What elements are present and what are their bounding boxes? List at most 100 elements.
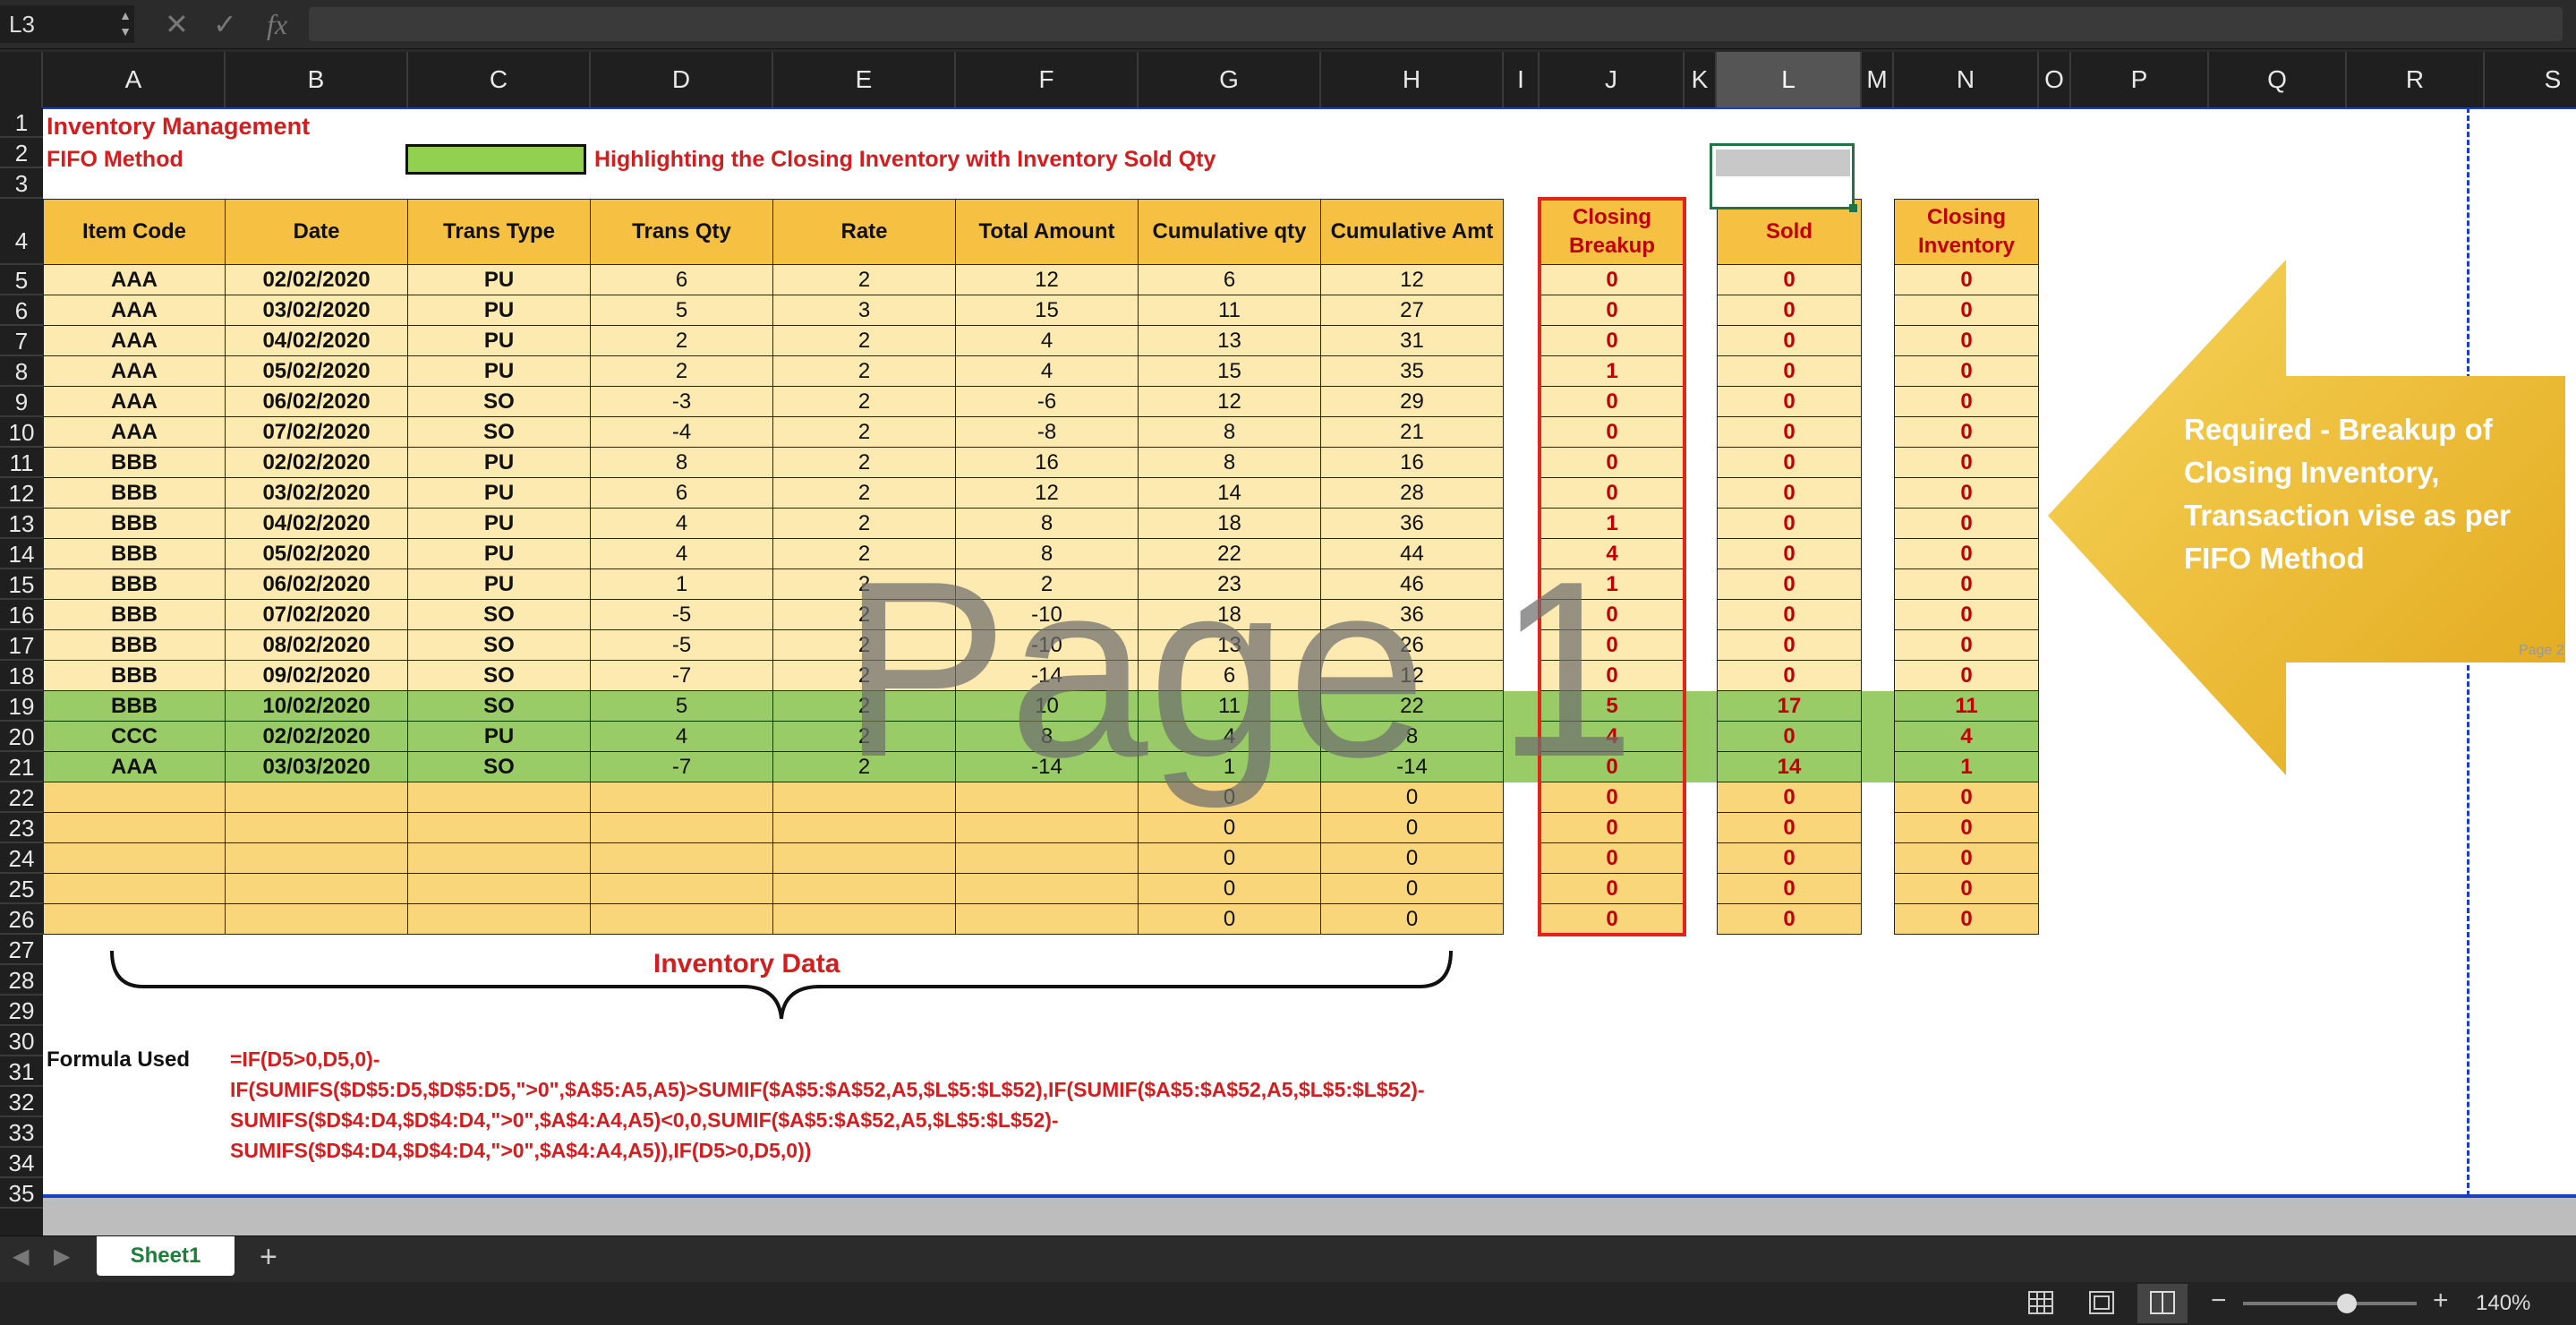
table-cell[interactable]: PU (408, 448, 591, 478)
column-header[interactable]: P (2071, 52, 2209, 107)
table-cell[interactable]: BBB (43, 478, 226, 509)
column-header[interactable]: C (408, 52, 591, 107)
table-cell[interactable]: -14 (956, 752, 1139, 782)
table-cell[interactable]: 0 (1717, 326, 1862, 356)
table-cell[interactable]: 18 (1139, 509, 1321, 539)
table-cell[interactable]: 03/03/2020 (226, 752, 408, 782)
table-cell[interactable]: 18 (1139, 600, 1321, 630)
table-cell[interactable]: PU (408, 295, 591, 326)
column-header[interactable]: N (1894, 52, 2039, 107)
table-cell[interactable]: SO (408, 387, 591, 417)
table-cell[interactable]: 14 (1717, 752, 1862, 782)
table-cell[interactable]: SO (408, 600, 591, 630)
table-cell[interactable]: 0 (1894, 569, 2039, 600)
table-cell[interactable] (591, 904, 773, 935)
row-header[interactable]: 26 (0, 904, 43, 935)
column-heading[interactable]: Cumulative qty (1139, 199, 1321, 265)
table-cell[interactable]: 0 (1717, 874, 1862, 904)
table-cell[interactable]: 8 (1321, 722, 1504, 752)
table-cell[interactable]: 0 (1717, 843, 1862, 874)
table-cell[interactable]: -10 (956, 600, 1139, 630)
table-cell[interactable]: 12 (1321, 265, 1504, 295)
table-cell[interactable]: 0 (1717, 387, 1862, 417)
table-cell[interactable]: 0 (1139, 813, 1321, 843)
table-cell[interactable]: 2 (773, 326, 956, 356)
table-cell[interactable]: 05/02/2020 (226, 539, 408, 569)
table-cell[interactable]: 0 (1894, 326, 2039, 356)
table-cell[interactable]: PU (408, 478, 591, 509)
table-cell[interactable]: 21 (1321, 417, 1504, 448)
table-cell[interactable]: 0 (1717, 813, 1862, 843)
highlight-cell[interactable] (1685, 722, 1717, 752)
table-cell[interactable]: AAA (43, 356, 226, 387)
row-header[interactable]: 2 (0, 138, 43, 168)
table-cell[interactable]: 15 (956, 295, 1139, 326)
table-cell[interactable] (956, 874, 1139, 904)
table-cell[interactable]: AAA (43, 387, 226, 417)
table-cell[interactable]: 5 (591, 295, 773, 326)
table-cell[interactable]: 1 (591, 569, 773, 600)
table-cell[interactable]: BBB (43, 569, 226, 600)
table-cell[interactable]: BBB (43, 691, 226, 722)
table-cell[interactable]: 0 (1894, 509, 2039, 539)
row-header[interactable]: 24 (0, 843, 43, 874)
table-cell[interactable] (43, 813, 226, 843)
table-cell[interactable]: PU (408, 569, 591, 600)
table-cell[interactable]: 4 (1139, 722, 1321, 752)
row-header[interactable]: 27 (0, 935, 43, 965)
table-cell[interactable]: CCC (43, 722, 226, 752)
table-cell[interactable]: SO (408, 661, 591, 691)
table-cell[interactable] (591, 813, 773, 843)
table-cell[interactable]: BBB (43, 661, 226, 691)
column-header[interactable]: M (1862, 52, 1894, 107)
table-cell[interactable] (408, 813, 591, 843)
table-cell[interactable]: 15 (1139, 356, 1321, 387)
table-cell[interactable]: 2 (773, 356, 956, 387)
table-cell[interactable]: 03/02/2020 (226, 295, 408, 326)
table-cell[interactable]: 36 (1321, 509, 1504, 539)
page-break-view-button[interactable] (2137, 1284, 2188, 1323)
table-cell[interactable]: PU (408, 509, 591, 539)
table-cell[interactable]: 0 (1894, 782, 2039, 813)
table-cell[interactable]: 09/02/2020 (226, 661, 408, 691)
table-cell[interactable]: 2 (591, 326, 773, 356)
table-cell[interactable]: 07/02/2020 (226, 600, 408, 630)
table-cell[interactable]: 0 (1139, 782, 1321, 813)
table-cell[interactable]: 26 (1321, 630, 1504, 661)
table-cell[interactable] (591, 843, 773, 874)
table-cell[interactable]: 0 (1717, 569, 1862, 600)
table-cell[interactable]: 0 (1894, 387, 2039, 417)
table-cell[interactable]: 2 (773, 417, 956, 448)
table-cell[interactable]: 0 (1717, 265, 1862, 295)
highlight-cell[interactable] (1504, 722, 1540, 752)
column-header[interactable]: E (773, 52, 956, 107)
table-cell[interactable]: 11 (1139, 295, 1321, 326)
row-header[interactable]: 9 (0, 387, 43, 417)
table-cell[interactable]: -5 (591, 600, 773, 630)
table-cell[interactable]: 0 (1717, 722, 1862, 752)
column-heading[interactable]: Trans Type (408, 199, 591, 265)
table-cell[interactable]: 02/02/2020 (226, 265, 408, 295)
table-cell[interactable]: 22 (1321, 691, 1504, 722)
select-all-corner[interactable] (0, 52, 43, 107)
column-header[interactable]: L (1717, 52, 1862, 107)
row-header[interactable]: 31 (0, 1056, 43, 1087)
row-header[interactable]: 20 (0, 722, 43, 752)
table-cell[interactable]: 8 (956, 539, 1139, 569)
table-cell[interactable]: 0 (1894, 904, 2039, 935)
table-cell[interactable]: AAA (43, 752, 226, 782)
column-header[interactable]: I (1504, 52, 1540, 107)
table-cell[interactable]: 05/02/2020 (226, 356, 408, 387)
page-layout-icon[interactable] (2089, 1291, 2114, 1314)
column-header[interactable]: H (1321, 52, 1504, 107)
table-cell[interactable]: 0 (1894, 600, 2039, 630)
table-cell[interactable]: 07/02/2020 (226, 417, 408, 448)
row-header[interactable]: 14 (0, 539, 43, 569)
table-cell[interactable] (956, 843, 1139, 874)
highlight-cell[interactable] (1504, 752, 1540, 782)
table-cell[interactable] (226, 843, 408, 874)
table-cell[interactable]: PU (408, 326, 591, 356)
column-header[interactable]: B (226, 52, 408, 107)
table-cell[interactable]: 2 (773, 752, 956, 782)
table-cell[interactable]: 08/02/2020 (226, 630, 408, 661)
